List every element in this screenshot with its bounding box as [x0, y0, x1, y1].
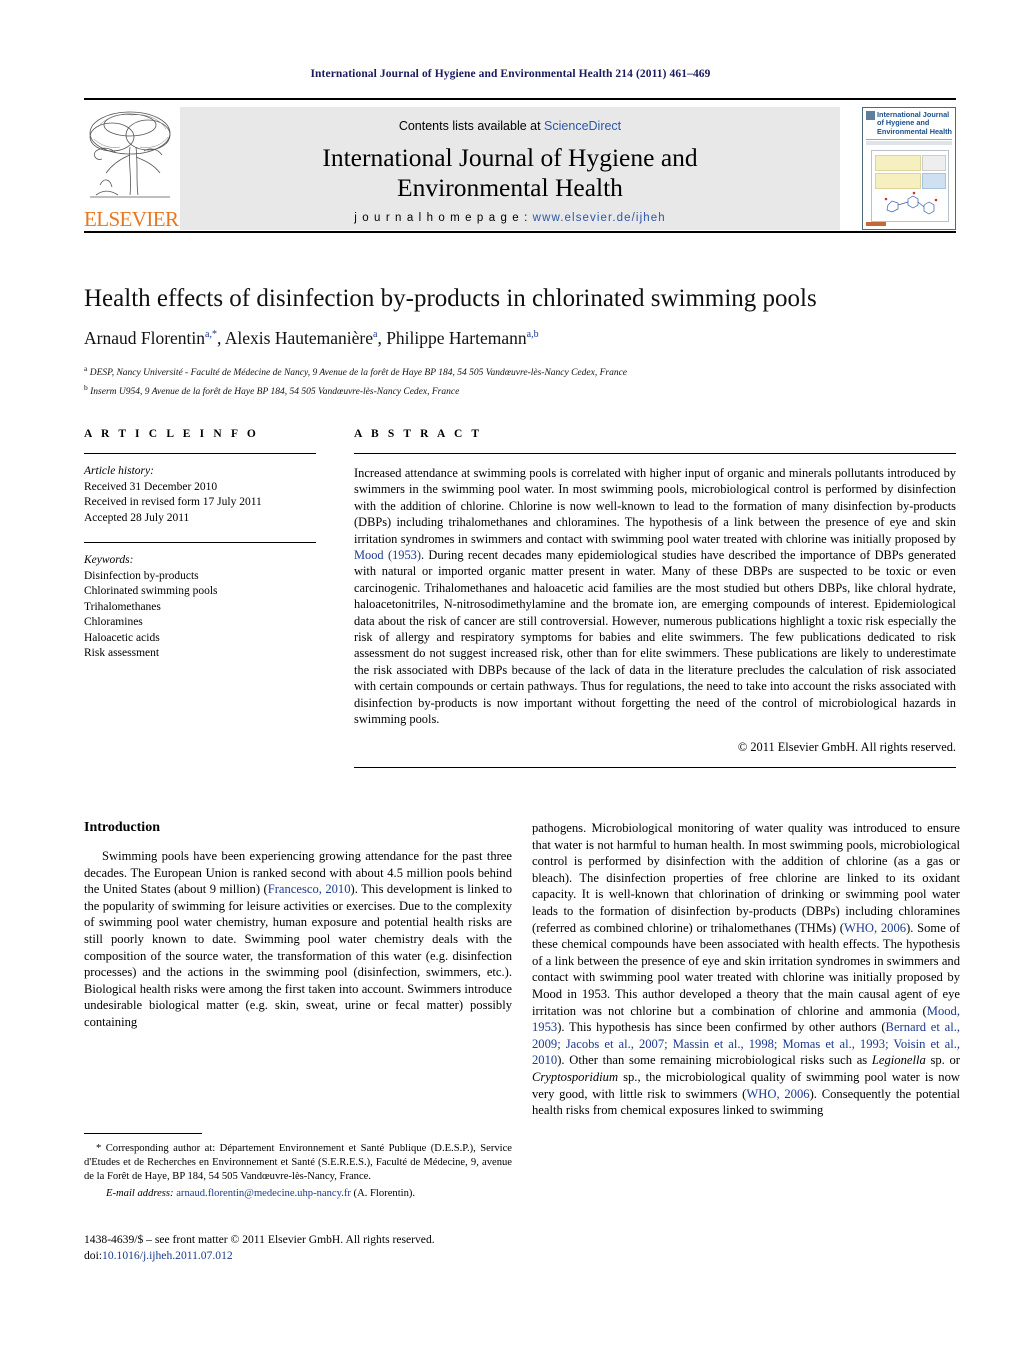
abstract-rule-top	[354, 453, 956, 454]
abstract-part-2: . During recent decades many epidemiolog…	[354, 548, 956, 727]
intro-right-part-c: ). This hypothesis has since been confir…	[557, 1020, 886, 1035]
affiliation-b: b Inserm U954, 9 Avenue de la forêt de H…	[84, 381, 956, 400]
masthead-top-rule	[84, 98, 956, 100]
author-0-sup: a,*	[205, 329, 217, 341]
abstract-ref-mood-1953[interactable]: Mood (1953)	[354, 548, 421, 562]
cover-title-line-3: Environmental Health	[877, 126, 953, 136]
keyword-4: Haloacetic acids	[84, 631, 160, 644]
article-info-heading: A R T I C L E I N F O	[84, 428, 259, 440]
article-info-rule-2	[84, 542, 316, 543]
intro-left-part-b: ). This development is linked to the pop…	[84, 882, 512, 1029]
title-block: Health effects of disinfection by-produc…	[84, 284, 956, 399]
keyword-1: Chlorinated swimming pools	[84, 585, 218, 597]
author-1: Alexis Hautemanière	[224, 328, 373, 348]
contents-line: Contents lists available at ScienceDirec…	[180, 119, 840, 133]
journal-title-line-1: International Journal of Hygiene and	[322, 143, 698, 172]
article-info-rule-1	[84, 453, 316, 454]
article-history-label: Article history:	[84, 465, 154, 477]
author-2: Philippe Hartemann	[386, 328, 527, 348]
corresponding-author-note: * Corresponding author at: Département E…	[84, 1143, 512, 1183]
body-left-column: Introduction Swimming pools have been ex…	[84, 820, 512, 1031]
doi-label: doi:	[84, 1248, 103, 1262]
intro-right-part-b: ). Some of these chemical compounds have…	[532, 920, 961, 1018]
introduction-paragraph-left: Swimming pools have been experiencing gr…	[84, 848, 512, 1031]
body-right-column: pathogens. Microbiological monitoring of…	[532, 820, 960, 1119]
issn-line: 1438-4639/$ – see front matter © 2011 El…	[84, 1233, 435, 1246]
intro-right-part-d: ). Other than some remaining microbiolog…	[557, 1053, 872, 1068]
affiliation-a-text: DESP, Nancy Université - Faculté de Méde…	[89, 368, 628, 379]
email-suffix: (A. Florentin).	[350, 1187, 416, 1199]
email-note: E-mail address: arnaud.florentin@medecin…	[84, 1187, 512, 1201]
keyword-2: Trihalomethanes	[84, 600, 161, 613]
intro-right-part-a: pathogens. Microbiological monitoring of…	[532, 821, 960, 935]
issn-copyright-block: 1438-4639/$ – see front matter © 2011 El…	[84, 1232, 512, 1263]
cover-logo-square	[866, 111, 875, 120]
elsevier-wordmark: ELSEVIER	[84, 207, 179, 231]
doi-link[interactable]: 10.1016/j.ijheh.2011.07.012	[102, 1249, 233, 1262]
elsevier-logo: ELSEVIER	[84, 107, 179, 231]
intro-italic-cryptosporidium: Cryptosporidium	[532, 1069, 619, 1084]
doi-line: doi:10.1016/j.ijheh.2011.07.012	[84, 1248, 512, 1264]
keyword-0: Disinfection by-products	[84, 569, 199, 582]
keywords-label: Keywords:	[84, 554, 134, 566]
article-info-column: A R T I C L E I N F O Article history: R…	[84, 428, 316, 662]
abstract-text: Increased attendance at swimming pools i…	[354, 465, 956, 728]
introduction-paragraph-right: pathogens. Microbiological monitoring of…	[532, 820, 960, 1119]
keyword-3: Chloramines	[84, 616, 143, 628]
cover-title: International Journal of Hygiene and Env…	[877, 110, 955, 136]
author-list: Arnaud Florentina,*, Alexis Hautemanière…	[84, 328, 539, 348]
article-history-item-2: Accepted 28 July 2011	[84, 511, 190, 524]
journal-cover-thumbnail: International Journal of Hygiene and Env…	[862, 107, 956, 230]
journal-title: International Journal of Hygiene and Env…	[180, 143, 840, 203]
contents-prefix: Contents lists available at	[398, 119, 545, 133]
journal-homepage-line: j o u r n a l h o m e p a g e : www.else…	[180, 212, 840, 224]
masthead-bottom-rule	[84, 231, 956, 233]
footnote-rule	[84, 1133, 202, 1134]
affiliation-a-marker: a	[84, 364, 88, 373]
paper-page: International Journal of Hygiene and Env…	[0, 0, 1021, 1351]
footnote-area: * Corresponding author at: Département E…	[84, 1133, 512, 1201]
sciencedirect-link[interactable]: ScienceDirect	[544, 119, 621, 133]
intro-italic-legionella: Legionella	[871, 1053, 926, 1068]
intro-ref-francesco-2010[interactable]: Francesco, 2010	[268, 882, 351, 896]
elsevier-tree-icon	[86, 107, 174, 203]
affiliation-list: a DESP, Nancy Université - Faculté de Mé…	[84, 362, 956, 399]
abstract-rule-bottom	[354, 766, 956, 768]
author-0: Arnaud Florentin	[84, 328, 206, 348]
abstract-part-1: Increased attendance at swimming pools i…	[354, 466, 956, 546]
abstract-column: A B S T R A C T Increased attendance at …	[354, 428, 956, 768]
author-1-sup: a	[372, 329, 378, 341]
intro-ref-who-2006-a[interactable]: WHO, 2006	[844, 921, 906, 935]
journal-homepage-label: j o u r n a l h o m e p a g e :	[354, 212, 533, 224]
intro-right-part-e: sp. or	[925, 1053, 960, 1068]
email-label: E-mail address:	[106, 1187, 174, 1199]
page-title: Health effects of disinfection by-produc…	[84, 285, 817, 312]
affiliation-b-marker: b	[84, 382, 88, 392]
article-history-item-1: Received in revised form 17 July 2011	[84, 496, 262, 508]
email-link[interactable]: arnaud.florentin@medecine.uhp-nancy.fr	[176, 1188, 351, 1199]
masthead-center-band: Contents lists available at ScienceDirec…	[180, 107, 840, 230]
keywords-block: Keywords: Disinfection by-products Chlor…	[84, 553, 316, 662]
journal-title-line-2: Environmental Health	[397, 173, 623, 202]
journal-masthead: ELSEVIER Contents lists available at Sci…	[84, 98, 956, 233]
abstract-heading: A B S T R A C T	[354, 428, 483, 440]
affiliation-a: a DESP, Nancy Université - Faculté de Mé…	[84, 362, 956, 381]
keyword-5: Risk assessment	[84, 647, 160, 659]
intro-ref-who-2006-b[interactable]: WHO, 2006	[746, 1087, 809, 1101]
running-head: International Journal of Hygiene and Env…	[310, 68, 711, 80]
affiliation-b-text: Inserm U954, 9 Avenue de la forêt de Hay…	[90, 386, 460, 397]
introduction-heading: Introduction	[84, 820, 160, 835]
abstract-copyright: © 2011 Elsevier GmbH. All rights reserve…	[737, 739, 956, 754]
journal-homepage-url[interactable]: www.elsevier.de/ijheh	[533, 212, 666, 224]
author-2-sup: a,b	[526, 329, 539, 341]
article-history: Article history: Received 31 December 20…	[84, 464, 316, 526]
article-history-item-0: Received 31 December 2010	[84, 480, 218, 493]
cover-figure-panel	[871, 150, 949, 222]
